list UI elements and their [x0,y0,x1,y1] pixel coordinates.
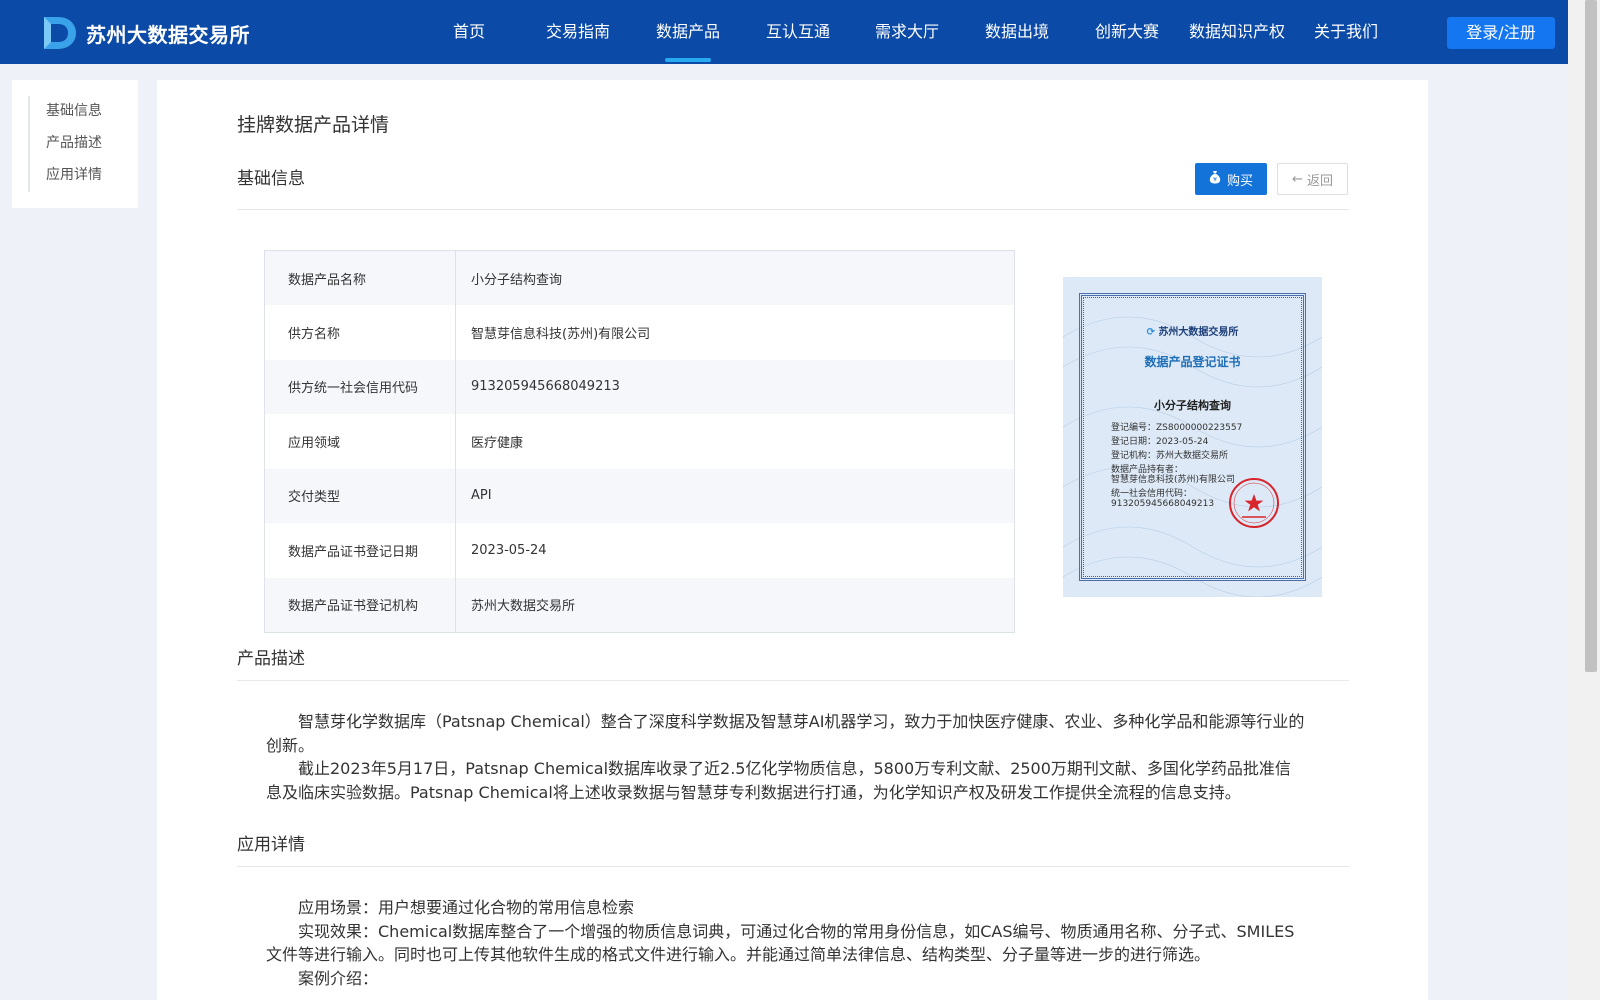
detail-panel: 挂牌数据产品详情 基础信息 ¥ 购买 ← 返回 数据产品名称 小分子结构查询 供… [157,80,1428,1000]
product-description-title: 产品描述 [237,649,305,669]
buy-button[interactable]: ¥ 购买 [1195,163,1267,195]
certificate-issuer: ⟳ 苏州大数据交易所 [1063,323,1322,338]
certificate-product-name: 小分子结构查询 [1154,399,1231,412]
nav-mutual-recognition[interactable]: 互认互通 [766,0,830,64]
nav-data-ip[interactable]: 数据知识产权 [1189,0,1285,64]
basic-info-divider [237,209,1349,210]
application-paragraph: 实现效果：Chemical数据库整合了一个增强的物质信息词典，可通过化合物的常用… [266,921,1295,965]
certificate-reg-no: 登记编号：ZS8000000223557 [1111,423,1243,433]
registration-certificate-image[interactable]: ⟳ 苏州大数据交易所 数据产品登记证书 小分子结构查询 登记编号：ZS80000… [1063,277,1322,597]
anchor-line [28,96,30,192]
page-scrollbar[interactable] [1568,0,1600,1000]
scrollbar-thumb[interactable] [1585,0,1597,672]
field-value: 913205945668049213 [455,359,1015,414]
basic-info-title: 基础信息 [237,169,305,189]
certificate-reg-date: 登记日期：2023-05-24 [1111,437,1209,447]
back-button[interactable]: ← 返回 [1277,163,1348,195]
money-bag-icon: ¥ [1209,170,1221,188]
arrow-left-icon: ← [1292,171,1303,187]
site-logo[interactable]: 苏州大数据交易所 [40,14,250,52]
field-value: 小分子结构查询 [455,250,1015,305]
application-details-title: 应用详情 [237,835,305,855]
field-label: 数据产品名称 [264,250,456,305]
nav-trade-guide[interactable]: 交易指南 [546,0,610,64]
anchor-application-details[interactable]: 应用详情 [46,164,102,184]
field-value: 智慧芽信息科技(苏州)有限公司 [455,305,1015,360]
nav-innovation-contest[interactable]: 创新大赛 [1095,0,1159,64]
field-value: API [455,468,1015,523]
logo-icon [40,14,78,52]
certificate-holder: 智慧芽信息科技(苏州)有限公司 [1111,475,1236,485]
field-label: 数据产品证书登记日期 [264,523,456,578]
anchor-basic-info[interactable]: 基础信息 [46,100,102,120]
nav-data-export[interactable]: 数据出境 [985,0,1049,64]
application-divider [237,866,1349,867]
anchor-product-description[interactable]: 产品描述 [46,132,102,152]
certificate-credit-code: 913205945668049213 [1111,499,1215,509]
table-row: 交付类型 API [264,468,1015,523]
description-paragraph: 智慧芽化学数据库（Patsnap Chemical）整合了深度科学数据及智慧芽A… [266,712,1305,755]
official-seal-icon [1229,478,1279,528]
back-label: 返回 [1306,173,1333,189]
product-description-text: 智慧芽化学数据库（Patsnap Chemical）整合了深度科学数据及智慧芽A… [266,710,1306,804]
field-label: 供方名称 [264,305,456,360]
field-label: 供方统一社会信用代码 [264,359,456,414]
login-register-button[interactable]: 登录/注册 [1447,17,1555,49]
table-row: 供方统一社会信用代码 913205945668049213 [264,359,1015,414]
issuer-logo-icon: ⟳ [1146,327,1159,338]
table-row: 供方名称 智慧芽信息科技(苏州)有限公司 [264,305,1015,360]
application-details-text: 应用场景：用户想要通过化合物的常用信息检索 实现效果：Chemical数据库整合… [266,896,1306,990]
application-paragraph: 应用场景：用户想要通过化合物的常用信息检索 [298,898,635,917]
application-paragraph: 案例介绍： [298,968,379,988]
field-label: 交付类型 [264,468,456,523]
description-paragraph: 截止2023年5月17日，Patsnap Chemical数据库收录了近2.5亿… [266,759,1291,802]
top-navigation-bar: 苏州大数据交易所 首页 交易指南 数据产品 互认互通 需求大厅 数据出境 创新大… [0,0,1568,64]
nav-data-products[interactable]: 数据产品 [656,0,720,64]
field-label: 数据产品证书登记机构 [264,577,456,632]
table-row: 数据产品名称 小分子结构查询 [264,250,1015,305]
table-row: 应用领域 医疗健康 [264,414,1015,469]
field-value: 2023-05-24 [455,523,1015,578]
nav-demand-hall[interactable]: 需求大厅 [875,0,939,64]
buy-label: 购买 [1226,173,1253,189]
page-title: 挂牌数据产品详情 [237,114,390,136]
anchor-side-menu: 基础信息 产品描述 应用详情 [12,80,138,208]
product-info-table: 数据产品名称 小分子结构查询 供方名称 智慧芽信息科技(苏州)有限公司 供方统一… [264,250,1015,633]
nav-home[interactable]: 首页 [453,0,485,64]
certificate-title: 数据产品登记证书 [1144,355,1241,369]
nav-about-us[interactable]: 关于我们 [1314,0,1378,64]
description-divider [237,680,1349,681]
field-value: 苏州大数据交易所 [455,577,1015,632]
svg-text:¥: ¥ [1213,177,1217,184]
certificate-reg-org: 登记机构：苏州大数据交易所 [1111,451,1229,461]
issuer-name: 苏州大数据交易所 [1158,327,1239,338]
table-row: 数据产品证书登记日期 2023-05-24 [264,523,1015,578]
table-row: 数据产品证书登记机构 苏州大数据交易所 [264,577,1015,632]
brand-name: 苏州大数据交易所 [86,22,250,47]
field-value: 医疗健康 [455,414,1015,469]
field-label: 应用领域 [264,414,456,469]
